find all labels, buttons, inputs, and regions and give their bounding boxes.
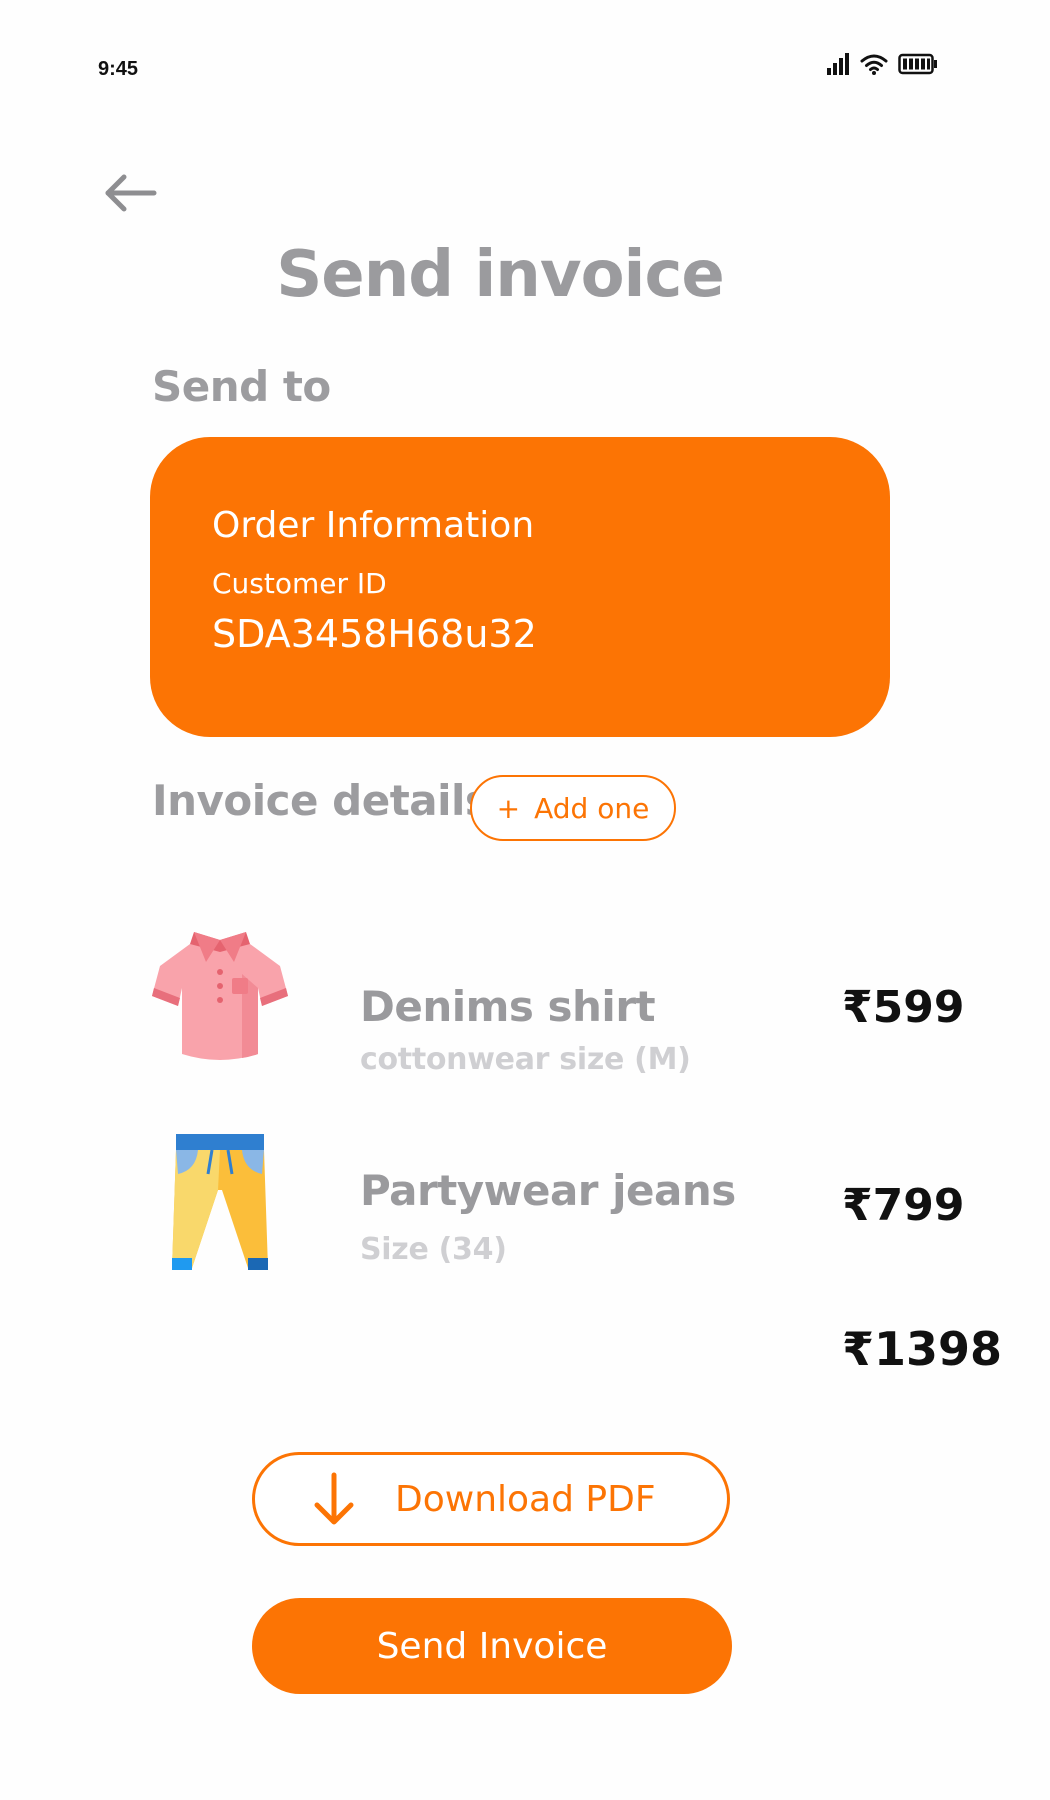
customer-id-value: SDA3458H68u32 bbox=[212, 612, 537, 656]
send-invoice-screen: 9:45 Send invoice Send to Order Informat… bbox=[0, 0, 1050, 1800]
item-price: ₹799 bbox=[842, 1180, 965, 1231]
order-card-title: Order Information bbox=[212, 505, 535, 546]
download-pdf-label: Download PDF bbox=[395, 1478, 656, 1520]
item-price: ₹599 bbox=[842, 982, 965, 1033]
item-name: Partywear jeans bbox=[360, 1166, 736, 1215]
wifi-icon bbox=[860, 52, 888, 81]
download-pdf-button[interactable]: Download PDF bbox=[252, 1452, 730, 1546]
customer-id-label: Customer ID bbox=[212, 567, 387, 600]
invoice-item-row[interactable]: Partywear jeans Size (34) ₹799 bbox=[0, 1130, 1050, 1290]
invoice-details-label: Invoice details bbox=[152, 776, 490, 825]
plus-icon: + bbox=[496, 791, 521, 825]
item-subtitle: Size (34) bbox=[360, 1232, 507, 1267]
status-icons bbox=[826, 52, 938, 81]
item-subtitle: cottonwear size (M) bbox=[360, 1042, 691, 1077]
download-arrow-icon bbox=[311, 1471, 357, 1527]
send-to-label: Send to bbox=[152, 362, 331, 411]
shirt-icon bbox=[150, 926, 290, 1076]
send-invoice-label: Send Invoice bbox=[376, 1625, 608, 1667]
invoice-item-row[interactable]: Denims shirt cottonwear size (M) ₹599 bbox=[0, 926, 1050, 1086]
order-information-card[interactable]: Order Information Customer ID SDA3458H68… bbox=[150, 437, 890, 737]
status-bar: 9:45 bbox=[0, 0, 1050, 110]
jeans-icon bbox=[150, 1130, 290, 1280]
back-button[interactable] bbox=[100, 165, 160, 225]
add-one-label: Add one bbox=[534, 791, 650, 825]
add-one-button[interactable]: + Add one bbox=[470, 775, 676, 841]
total-price: ₹1398 bbox=[842, 1322, 1003, 1376]
battery-icon bbox=[898, 53, 938, 80]
arrow-left-icon bbox=[102, 171, 158, 220]
page-title: Send invoice bbox=[276, 238, 725, 312]
item-name: Denims shirt bbox=[360, 982, 656, 1031]
status-time: 9:45 bbox=[98, 58, 139, 80]
signal-icon bbox=[826, 52, 850, 81]
send-invoice-button[interactable]: Send Invoice bbox=[252, 1598, 732, 1694]
